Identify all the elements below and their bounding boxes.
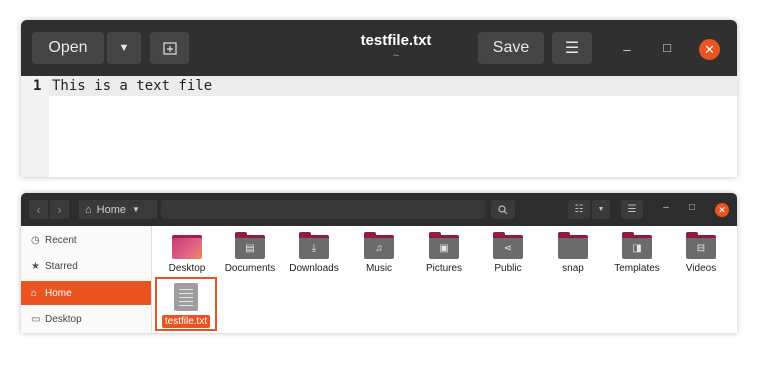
close-button[interactable]: ✕	[699, 39, 720, 60]
line-text[interactable]: This is a text file	[52, 78, 212, 94]
save-button-label: Save	[492, 39, 530, 56]
folder-label: Music	[365, 263, 393, 274]
text-area[interactable]: 1 This is a text file	[21, 76, 737, 177]
sidebar-item-label: Home	[45, 287, 72, 299]
sidebar-item-desktop[interactable]: ▭ Desktop	[21, 307, 151, 331]
folder-icon: ⋖	[493, 232, 523, 259]
forward-button[interactable]: ›	[50, 200, 69, 219]
folder-desktop[interactable]: Desktop	[156, 232, 218, 274]
folder-downloads[interactable]: ⤓ Downloads	[283, 232, 345, 274]
home-icon: ⌂	[85, 203, 92, 216]
maximize-button[interactable]: □	[657, 40, 677, 55]
maximize-icon: □	[688, 202, 696, 213]
file-manager-headerbar: ‹ › ⌂ Home ▼ ☷ ▼ ☰ – □ ✕	[21, 193, 737, 226]
hamburger-icon: ☰	[627, 204, 637, 215]
folder-label: Documents	[224, 263, 276, 274]
path-bar-home[interactable]: ⌂ Home ▼	[79, 200, 157, 219]
folder-icon	[172, 232, 202, 259]
close-icon: ✕	[718, 204, 726, 215]
open-button[interactable]: Open	[32, 32, 104, 64]
minimize-button[interactable]: –	[617, 42, 637, 57]
hamburger-icon: ☰	[564, 40, 580, 57]
folder-pictures[interactable]: ▣ Pictures	[413, 232, 475, 274]
sidebar-item-label: Starred	[45, 260, 78, 272]
chevron-right-icon: ›	[57, 202, 62, 217]
open-menu-button[interactable]: ▼	[107, 32, 141, 64]
save-button[interactable]: Save	[478, 32, 544, 64]
close-icon: ✕	[704, 41, 715, 57]
folder-icon: ♫	[364, 232, 394, 259]
folder-snap[interactable]: snap	[542, 232, 604, 274]
folder-label: Templates	[614, 263, 660, 274]
folder-documents[interactable]: ▤ Documents	[219, 232, 281, 274]
star-icon: ★	[31, 260, 40, 272]
clock-icon: ◷	[31, 234, 40, 246]
folder-music[interactable]: ♫ Music	[348, 232, 410, 274]
file-view: Desktop ▤ Documents ⤓ Downloads ♫ Music …	[152, 226, 737, 333]
list-view-icon: ☷	[574, 204, 584, 215]
document-title: testfile.txt	[360, 32, 432, 49]
back-button[interactable]: ‹	[29, 200, 48, 219]
folder-label: snap	[562, 263, 584, 274]
search-button[interactable]	[491, 200, 515, 219]
sidebar-item-home[interactable]: ⌂ Home	[21, 281, 151, 305]
folder-public[interactable]: ⋖ Public	[477, 232, 539, 274]
minimize-button[interactable]: –	[659, 202, 673, 213]
search-icon	[498, 204, 508, 214]
maximize-button[interactable]: □	[685, 202, 699, 213]
folder-icon: ◨	[622, 232, 652, 259]
text-editor-window: Open ▼ testfile.txt ~ Save ☰ – □ ✕ 1 Thi…	[21, 20, 737, 177]
file-testfile[interactable]: testfile.txt	[155, 277, 217, 331]
folder-label: Public	[494, 263, 522, 274]
desktop-icon: ▭	[31, 313, 41, 325]
new-tab-icon	[162, 42, 177, 55]
folder-icon: ⤓	[299, 232, 329, 259]
folder-label: Desktop	[168, 263, 206, 274]
file-manager-window: ‹ › ⌂ Home ▼ ☷ ▼ ☰ – □ ✕ ◷ Recent ★ Star…	[21, 193, 737, 333]
sidebar-item-starred[interactable]: ★ Starred	[21, 254, 151, 278]
folder-icon	[558, 232, 588, 259]
minimize-icon: –	[663, 202, 669, 213]
path-home-label: Home	[96, 203, 126, 216]
hamburger-menu-button[interactable]: ☰	[552, 32, 592, 64]
folder-templates[interactable]: ◨ Templates	[606, 232, 668, 274]
file-label: testfile.txt	[161, 315, 211, 328]
folder-videos[interactable]: ⊟ Videos	[670, 232, 732, 274]
home-icon: ⌂	[31, 287, 38, 299]
folder-icon: ⊟	[686, 232, 716, 259]
chevron-down-icon: ▼	[132, 205, 140, 214]
folder-icon: ▣	[429, 232, 459, 259]
folder-label: Downloads	[289, 263, 339, 274]
files-menu-button[interactable]: ☰	[621, 200, 643, 219]
line-number: 1	[33, 78, 42, 94]
close-button[interactable]: ✕	[715, 203, 729, 217]
sidebar-item-label: Desktop	[45, 313, 82, 325]
path-bar-empty	[161, 200, 485, 219]
minimize-icon: –	[623, 42, 631, 57]
editor-headerbar: Open ▼ testfile.txt ~ Save ☰ – □ ✕	[21, 20, 737, 76]
open-button-label: Open	[48, 39, 88, 56]
view-list-button[interactable]: ☷	[568, 200, 590, 219]
view-options-button[interactable]: ▼	[592, 200, 610, 219]
new-tab-button[interactable]	[150, 32, 189, 64]
maximize-icon: □	[663, 40, 671, 55]
text-file-icon	[174, 283, 198, 311]
sidebar-item-recent[interactable]: ◷ Recent	[21, 228, 151, 252]
sidebar: ◷ Recent ★ Starred ⌂ Home ▭ Desktop	[21, 226, 152, 333]
sidebar-item-label: Recent	[45, 234, 77, 246]
folder-label: Pictures	[425, 263, 463, 274]
chevron-left-icon: ‹	[36, 202, 41, 217]
folder-label: Videos	[685, 263, 717, 274]
chevron-down-icon: ▼	[597, 206, 605, 213]
folder-icon: ▤	[235, 232, 265, 259]
document-path: ~	[392, 50, 400, 62]
chevron-down-icon: ▼	[118, 42, 130, 54]
